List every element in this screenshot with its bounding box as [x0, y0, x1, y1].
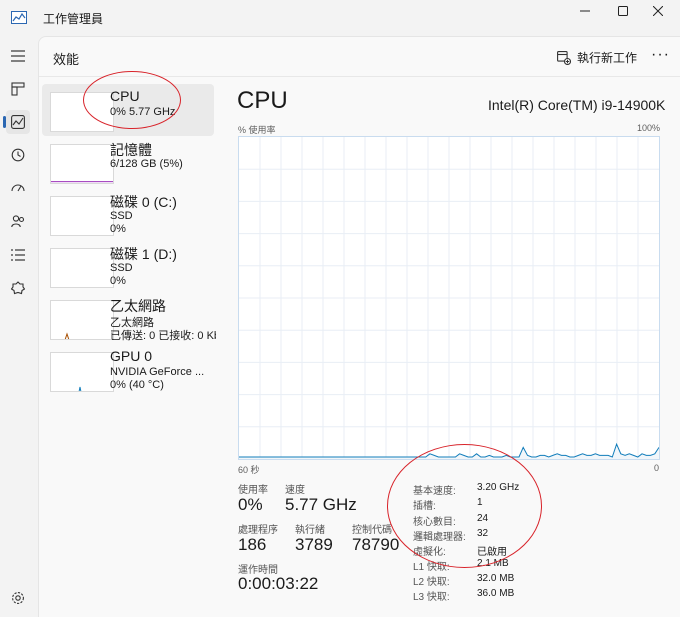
uptime-value: 0:00:03:22: [238, 574, 319, 593]
cpu-usage-svg: [239, 137, 660, 459]
perf-item-detail: 已傳送: 0 已接收: 0 Kbps: [110, 330, 216, 342]
processes-label: 處理程序: [238, 525, 278, 536]
perf-item-detail: 0%: [110, 275, 126, 287]
processes-value: 186: [238, 535, 267, 554]
handles-label: 控制代碼: [352, 525, 392, 536]
perf-item-detail: 6/128 GB (5%): [110, 158, 183, 170]
close-icon: [653, 6, 663, 16]
users-icon: [11, 215, 25, 228]
run-new-task-label: 執行新工作: [577, 51, 638, 65]
perf-item-title: 磁碟 0 (C:): [110, 194, 177, 210]
chart-x-end-label: 0: [654, 463, 660, 473]
detail-title: CPU: [237, 87, 288, 114]
perf-item-detail: 0%: [110, 223, 126, 235]
perf-item-title: 記憶體: [110, 142, 152, 158]
page-title: 效能: [53, 52, 80, 67]
navigation-rail: [0, 36, 36, 617]
handles-value: 78790: [352, 535, 400, 554]
spec-value: 32.0 MB: [477, 573, 515, 584]
cpu-usage-graph: [238, 136, 660, 460]
spec-label: L3 快取:: [413, 592, 450, 603]
memory-thumbnail: [50, 144, 114, 184]
app-history-icon: [11, 148, 25, 162]
annotation-circle-cpu: [83, 71, 181, 129]
ethernet-thumbnail: [50, 300, 114, 340]
nav-app-history[interactable]: [6, 143, 30, 167]
more-options-button[interactable]: ···: [651, 46, 670, 64]
settings-icon: [12, 592, 24, 604]
chart-y-label: % 使用率: [238, 125, 276, 135]
threads-value: 3789: [295, 535, 333, 554]
spec-value: 36.0 MB: [477, 588, 515, 599]
run-new-task-button[interactable]: 執行新工作: [557, 49, 637, 66]
usage-value: 0%: [238, 495, 263, 514]
perf-item-title: 乙太網路: [110, 298, 166, 314]
gpu-0-thumbnail: [50, 352, 114, 392]
maximize-button[interactable]: [603, 0, 643, 22]
perf-item-title: GPU 0: [110, 348, 153, 364]
nav-details[interactable]: [6, 243, 30, 267]
speed-label: 速度: [285, 485, 305, 496]
perf-item-disk-0[interactable]: 磁碟 0 (C:) SSD 0%: [42, 188, 214, 240]
title-bar: 工作管理員: [0, 0, 680, 36]
disk-0-thumbnail: [50, 196, 114, 236]
annotation-circle-specs: [387, 444, 542, 568]
nav-services[interactable]: [6, 276, 30, 300]
perf-item-memory[interactable]: 記憶體 6/128 GB (5%): [42, 136, 214, 188]
minimize-button[interactable]: [565, 0, 605, 22]
perf-item-detail: SSD: [110, 210, 133, 222]
maximize-icon: [618, 6, 628, 16]
perf-item-detail: 0% (40 °C): [110, 379, 164, 391]
services-icon: [11, 281, 25, 295]
close-button[interactable]: [638, 0, 678, 22]
perf-item-ethernet[interactable]: 乙太網路 乙太網路 已傳送: 0 已接收: 0 Kbps: [42, 292, 216, 344]
usage-label: 使用率: [238, 485, 268, 496]
nav-processes[interactable]: [6, 77, 30, 101]
nav-users[interactable]: [6, 209, 30, 233]
performance-icon: [11, 115, 25, 129]
disk-1-thumbnail: [50, 248, 114, 288]
perf-item-disk-1[interactable]: 磁碟 1 (D:) SSD 0%: [42, 240, 214, 292]
perf-item-detail: NVIDIA GeForce ...: [110, 366, 205, 378]
perf-item-title: 磁碟 1 (D:): [110, 246, 177, 262]
spec-label: L2 快取:: [413, 577, 450, 588]
nav-settings[interactable]: [6, 586, 30, 610]
details-icon: [11, 249, 25, 261]
nav-startup-apps[interactable]: [6, 176, 30, 200]
minimize-icon: [580, 10, 590, 12]
hamburger-menu-icon: [11, 50, 25, 62]
window-title: 工作管理員: [43, 12, 104, 26]
cpu-model-name: Intel(R) Core(TM) i9-14900K: [488, 97, 666, 113]
perf-item-gpu-0[interactable]: GPU 0 NVIDIA GeForce ... 0% (40 °C): [42, 344, 214, 396]
task-manager-icon: [11, 11, 27, 24]
run-new-task-icon: [557, 50, 571, 65]
hamburger-menu-button[interactable]: [6, 44, 30, 68]
nav-performance[interactable]: [3, 110, 30, 134]
chart-y-max-label: 100%: [637, 123, 661, 133]
startup-apps-icon: [11, 184, 25, 192]
speed-value: 5.77 GHz: [285, 495, 357, 514]
processes-icon: [11, 82, 25, 96]
chart-x-label: 60 秒: [238, 465, 260, 475]
threads-label: 執行緒: [295, 525, 325, 536]
perf-item-detail: SSD: [110, 262, 133, 274]
